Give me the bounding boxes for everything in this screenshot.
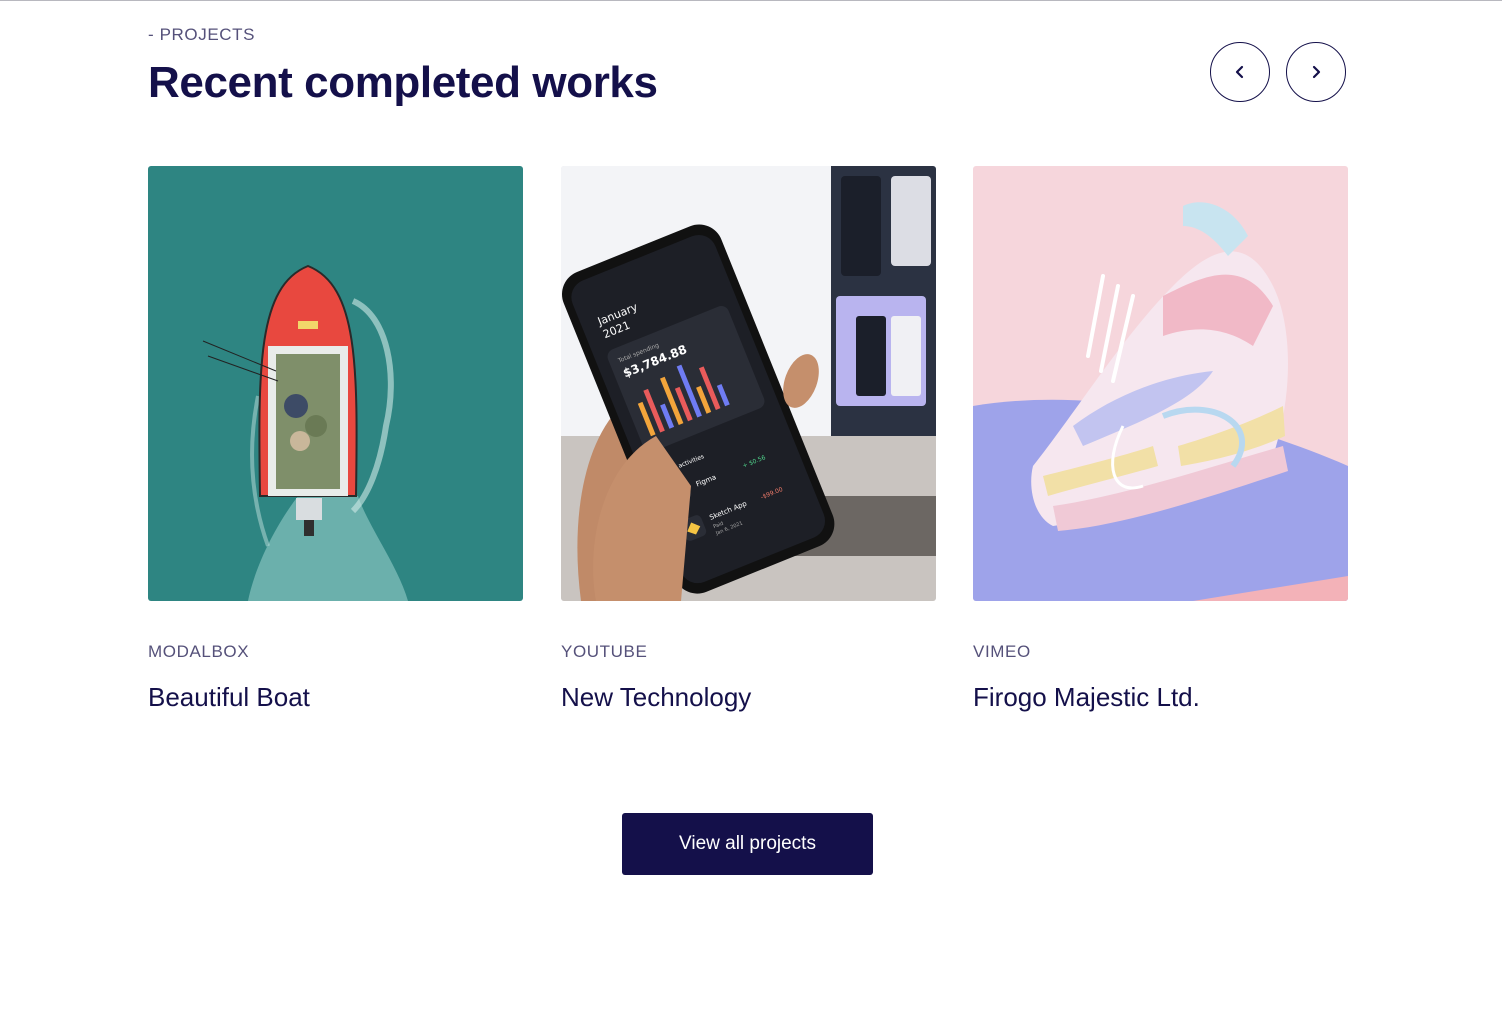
project-image-sneaker[interactable]: [973, 166, 1348, 601]
project-title[interactable]: New Technology: [561, 682, 751, 713]
projects-section: - PROJECTS Recent completed works MODALB…: [148, 0, 1348, 1022]
project-card[interactable]: MODALBOX Beautiful Boat: [148, 166, 523, 712]
project-title[interactable]: Firogo Majestic Ltd.: [973, 682, 1200, 713]
chevron-right-icon: [1312, 65, 1321, 79]
section-eyebrow: - PROJECTS: [148, 25, 256, 44]
project-category: YOUTUBE: [561, 642, 648, 661]
view-all-projects-button[interactable]: View all projects: [622, 813, 873, 875]
project-title[interactable]: Beautiful Boat: [148, 682, 310, 713]
carousel-next-button[interactable]: [1286, 42, 1346, 102]
project-category: VIMEO: [973, 642, 1031, 661]
project-image-boat[interactable]: [148, 166, 523, 601]
project-card[interactable]: January 2021 Total spending $3,784.88 La…: [561, 166, 936, 712]
project-card[interactable]: VIMEO Firogo Majestic Ltd.: [973, 166, 1348, 712]
chevron-left-icon: [1235, 65, 1244, 79]
section-title: Recent completed works: [148, 58, 658, 107]
carousel-prev-button[interactable]: [1210, 42, 1270, 102]
project-category: MODALBOX: [148, 642, 250, 661]
project-image-technology[interactable]: January 2021 Total spending $3,784.88 La…: [561, 166, 936, 601]
